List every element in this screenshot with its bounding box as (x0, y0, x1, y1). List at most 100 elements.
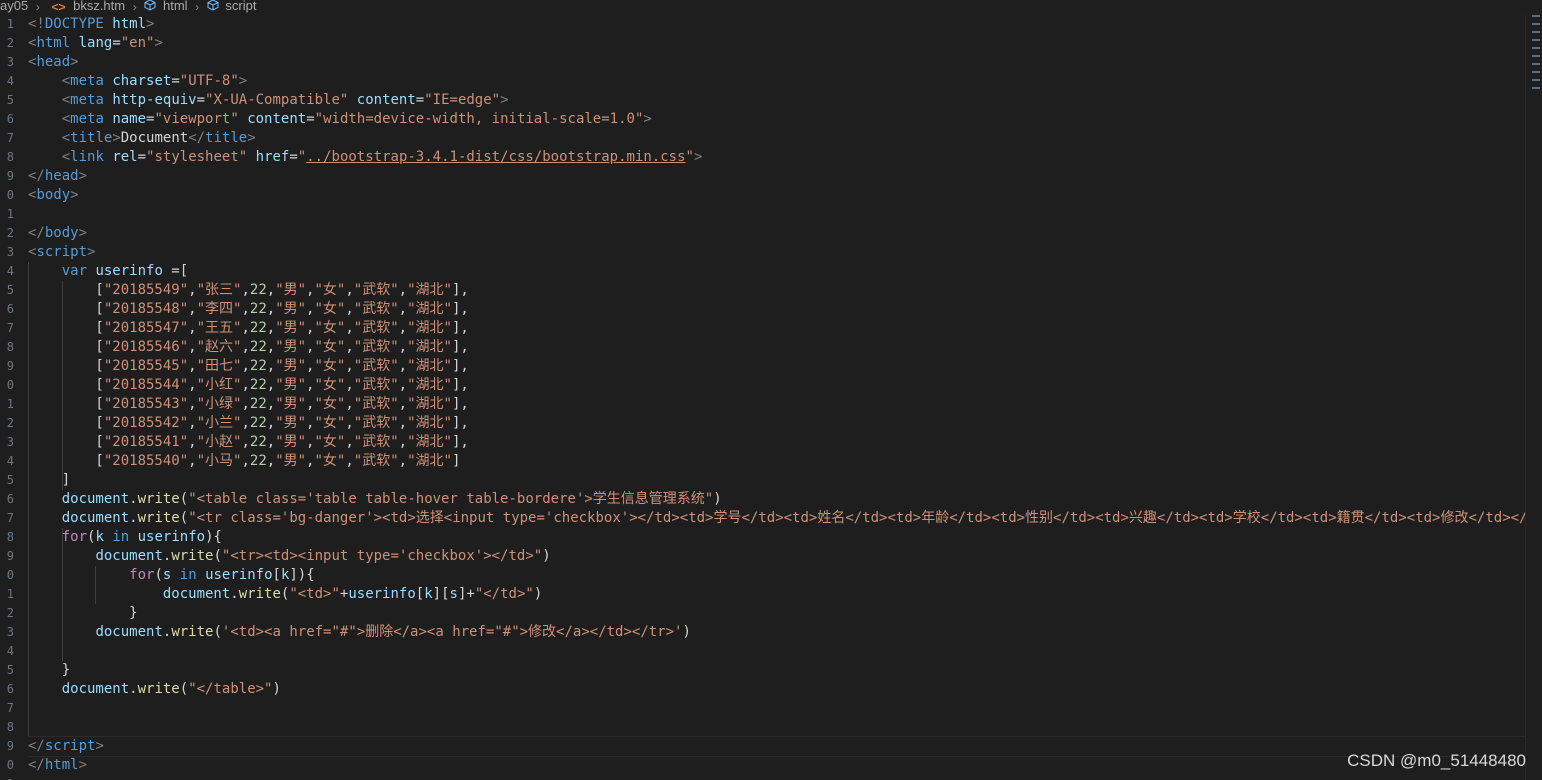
indent-guide (61, 300, 63, 319)
code-line[interactable]: document.write("</table>") (28, 680, 1525, 699)
breadcrumb-script[interactable]: script (225, 0, 256, 12)
minimap[interactable] (1532, 15, 1542, 105)
code-line[interactable]: document.write("<tr><td><input type='che… (28, 547, 1525, 566)
code-token: [ (28, 434, 104, 450)
code-line[interactable]: ["20185545","田七",22,"男","女","武软","湖北"], (28, 357, 1525, 376)
code-token: "<tr class='bg-danger'><td>选择<input type… (188, 510, 1525, 526)
code-line[interactable]: <body> (28, 186, 1525, 205)
code-line[interactable]: </html> (28, 756, 1525, 775)
code-line[interactable]: <script> (28, 243, 1525, 262)
code-token: "男" (275, 282, 307, 298)
code-line[interactable] (28, 205, 1525, 224)
code-token: , (188, 282, 197, 298)
indent-guide (61, 433, 63, 452)
code-line[interactable]: ["20185542","小兰",22,"男","女","武软","湖北"], (28, 414, 1525, 433)
code-token: < (61, 92, 71, 108)
code-line[interactable]: } (28, 661, 1525, 680)
code-token: ]+ (457, 586, 475, 602)
code-line[interactable]: ["20185544","小红",22,"男","女","武软","湖北"], (28, 376, 1525, 395)
code-token: "湖北" (407, 415, 452, 431)
code-line[interactable]: </head> (28, 167, 1525, 186)
code-token: , (345, 434, 354, 450)
code-token: "王五" (196, 320, 242, 336)
line-number: 4 (6, 454, 14, 468)
code-line[interactable]: ["20185540","小马",22,"男","女","武软","湖北"] (28, 452, 1525, 471)
line-number: 3 (6, 625, 14, 639)
code-line[interactable]: <link rel="stylesheet" href="../bootstra… (28, 148, 1525, 167)
code-token: title (205, 130, 248, 146)
code-token: > (78, 757, 88, 773)
code-line[interactable]: ["20185547","王五",22,"男","女","武软","湖北"], (28, 319, 1525, 338)
code-token: write (137, 491, 180, 507)
code-line[interactable]: </body> (28, 224, 1525, 243)
code-line[interactable]: ["20185549","张三",22,"男","女","武软","湖北"], (28, 281, 1525, 300)
code-line[interactable]: ["20185546","赵六",22,"男","女","武软","湖北"], (28, 338, 1525, 357)
code-token: userinfo (95, 263, 163, 279)
code-line[interactable]: <meta name="viewport" content="width=dev… (28, 110, 1525, 129)
code-token: , (345, 339, 354, 355)
code-token: > (154, 35, 163, 51)
line-number: 9 (6, 549, 14, 563)
code-line[interactable]: <title>Document</title> (28, 129, 1525, 148)
code-token: , (266, 282, 276, 298)
code-token: ( (213, 624, 222, 640)
code-token: document (95, 548, 163, 564)
code-editor[interactable]: <!DOCTYPE html> <html lang="en"> <head> <m… (28, 15, 1525, 780)
breadcrumb-file[interactable]: bksz.htm (73, 0, 125, 12)
code-token: "湖北" (407, 301, 452, 317)
code-token: "</td>" (474, 586, 534, 602)
code-line[interactable] (28, 699, 1525, 718)
code-token: . (230, 586, 239, 602)
code-line[interactable]: <html lang="en"> (28, 34, 1525, 53)
code-line[interactable]: <meta charset="UTF-8"> (28, 72, 1525, 91)
code-token: "<tr><td><input type='checkbox'></td>" (221, 548, 543, 564)
code-token: "男" (275, 320, 307, 336)
code-token: 22 (249, 377, 267, 393)
code-token: "IE=edge" (424, 92, 501, 108)
code-line[interactable]: <meta http-equiv="X-UA-Compatible" conte… (28, 91, 1525, 110)
code-token: = (289, 149, 298, 165)
code-line[interactable]: document.write("<table class='table tabl… (28, 490, 1525, 509)
breadcrumb-html[interactable]: html (163, 0, 188, 12)
breadcrumb-folder[interactable]: ay05 (0, 0, 28, 12)
code-token: 22 (249, 282, 267, 298)
code-line[interactable]: document.write("<tr class='bg-danger'><t… (28, 509, 1525, 528)
code-line[interactable]: var userinfo =[ (28, 262, 1525, 281)
code-line[interactable]: for(k in userinfo){ (28, 528, 1525, 547)
code-line[interactable]: document.write('<td><a href="#">删除</a><a… (28, 623, 1525, 642)
line-number: 4 (6, 264, 14, 278)
code-token: , (188, 415, 197, 431)
code-token: , (188, 301, 197, 317)
code-line[interactable]: <head> (28, 53, 1525, 72)
code-token: 22 (249, 358, 267, 374)
code-line[interactable]: ["20185548","李四",22,"男","女","武软","湖北"], (28, 300, 1525, 319)
line-number-gutter[interactable]: 1 2 3 4 5 6 7 8 9 0 1 2 3 4 5 6 7 8 9 0 1 2 3 4 5 6 7 8 9 0 1 2 3 4 5 6 7 8 9 0… (0, 15, 14, 780)
line-number: 6 (6, 492, 14, 506)
code-line[interactable]: for(s in userinfo[k]){ (28, 566, 1525, 585)
code-token: s (449, 586, 458, 602)
code-token: "小赵" (196, 434, 242, 450)
code-line[interactable]: ["20185541","小赵",22,"男","女","武软","湖北"], (28, 433, 1525, 452)
code-token: meta (70, 111, 113, 127)
code-token: " (685, 149, 694, 165)
code-line[interactable]: ["20185543","小绿",22,"男","女","武软","湖北"], (28, 395, 1525, 414)
code-line[interactable] (28, 642, 1525, 661)
code-token: href (255, 149, 290, 165)
code-line[interactable] (28, 718, 1525, 737)
code-line[interactable]: ] (28, 471, 1525, 490)
code-token: , (345, 415, 354, 431)
code-token: , (188, 320, 197, 336)
code-line[interactable]: } (28, 604, 1525, 623)
vertical-scrollbar[interactable] (1525, 15, 1542, 780)
line-number: 3 (6, 245, 14, 259)
code-token: , (266, 301, 276, 317)
code-line[interactable]: </script> (28, 736, 1525, 757)
code-token: "女" (314, 415, 346, 431)
code-line[interactable]: <!DOCTYPE html> (28, 15, 1525, 34)
line-number: 4 (6, 74, 14, 88)
code-line[interactable]: document.write("<td>"+userinfo[k][s]+"</… (28, 585, 1525, 604)
chevron-right-icon: › (195, 0, 200, 14)
code-token: , (345, 377, 354, 393)
